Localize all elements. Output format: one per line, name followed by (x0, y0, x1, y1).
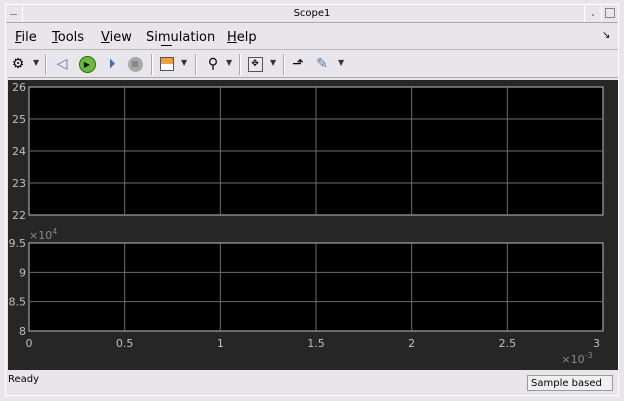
y-tick-label: 25 (12, 113, 26, 126)
chevron-down-icon[interactable]: ▼ (226, 58, 232, 67)
scope-plots: 222324252688.599.5×1040 0.5 1 1.5 2 2.5 3×10-3 (9, 81, 604, 366)
scope-display: 22 23 24 25 26 8 8.5 9 9.5 ×104 0 0.5 1 1.5 2 2.5 3 ×10-3 (8, 80, 618, 370)
autoscale-icon[interactable]: ✥ (246, 55, 264, 73)
x-tick-label: 0.5 (116, 337, 134, 350)
menu-file[interactable]: File (15, 30, 37, 45)
system-menu-button[interactable] (6, 5, 23, 22)
step-back-icon[interactable]: ◁ (53, 55, 71, 73)
window-title: Scope1 (6, 5, 618, 23)
y-tick-label: 23 (12, 177, 26, 190)
mnemonic-underline (161, 45, 172, 46)
highlight-simulink-block-icon[interactable]: ⬏ (289, 55, 307, 73)
dock-arrow-icon[interactable]: ↘ (602, 30, 610, 41)
x-tick-label: 1 (217, 337, 224, 350)
x-exponent-label: ×10-3 (561, 351, 592, 366)
menu-view[interactable]: View (101, 30, 132, 45)
chevron-down-icon[interactable]: ▼ (338, 58, 344, 67)
menu-help[interactable]: Help (227, 30, 257, 45)
x-tick-label: 3 (593, 337, 600, 350)
y-tick-label: 8.5 (9, 296, 27, 309)
signal-selector-icon[interactable] (158, 55, 176, 73)
sample-mode-indicator: Sample based (527, 375, 613, 391)
menu-simulation[interactable]: Simulation (146, 30, 215, 45)
stop-icon[interactable] (126, 55, 144, 73)
run-icon[interactable]: ▶ (78, 55, 96, 73)
x-tick-label: 0 (26, 337, 33, 350)
y-tick-label: 22 (12, 209, 26, 222)
x-tick-label: 1.5 (307, 337, 325, 350)
minimize-button[interactable] (584, 5, 601, 22)
step-forward-icon[interactable]: ⏵ (103, 55, 121, 73)
zoom-icon[interactable]: ⚲ (204, 55, 222, 73)
y-exponent-label: ×104 (29, 227, 57, 242)
y-tick-label: 24 (12, 145, 26, 158)
y-tick-label: 9.5 (9, 237, 27, 250)
chevron-down-icon[interactable]: ▼ (270, 58, 276, 67)
x-tick-label: 2.5 (499, 337, 517, 350)
measurements-icon[interactable]: ✎ (313, 55, 331, 73)
settings-icon[interactable]: ⚙ (9, 55, 27, 73)
chevron-down-icon[interactable]: ▼ (33, 58, 39, 67)
y-tick-label: 26 (12, 81, 26, 94)
status-text: Ready (8, 374, 40, 385)
toolbar: ⚙ ▼ ◁ ▶ ⏵ ▼ ⚲ ▼ ✥ ▼ ⬏ ✎ ▼ (8, 52, 618, 78)
x-tick-label: 2 (408, 337, 415, 350)
menu-tools[interactable]: Tools (52, 30, 84, 45)
y-tick-label: 9 (19, 266, 26, 279)
menu-bar: File Tools View Simulation Help ↘ (8, 25, 618, 50)
maximize-button[interactable] (601, 5, 618, 22)
chevron-down-icon[interactable]: ▼ (181, 58, 187, 67)
